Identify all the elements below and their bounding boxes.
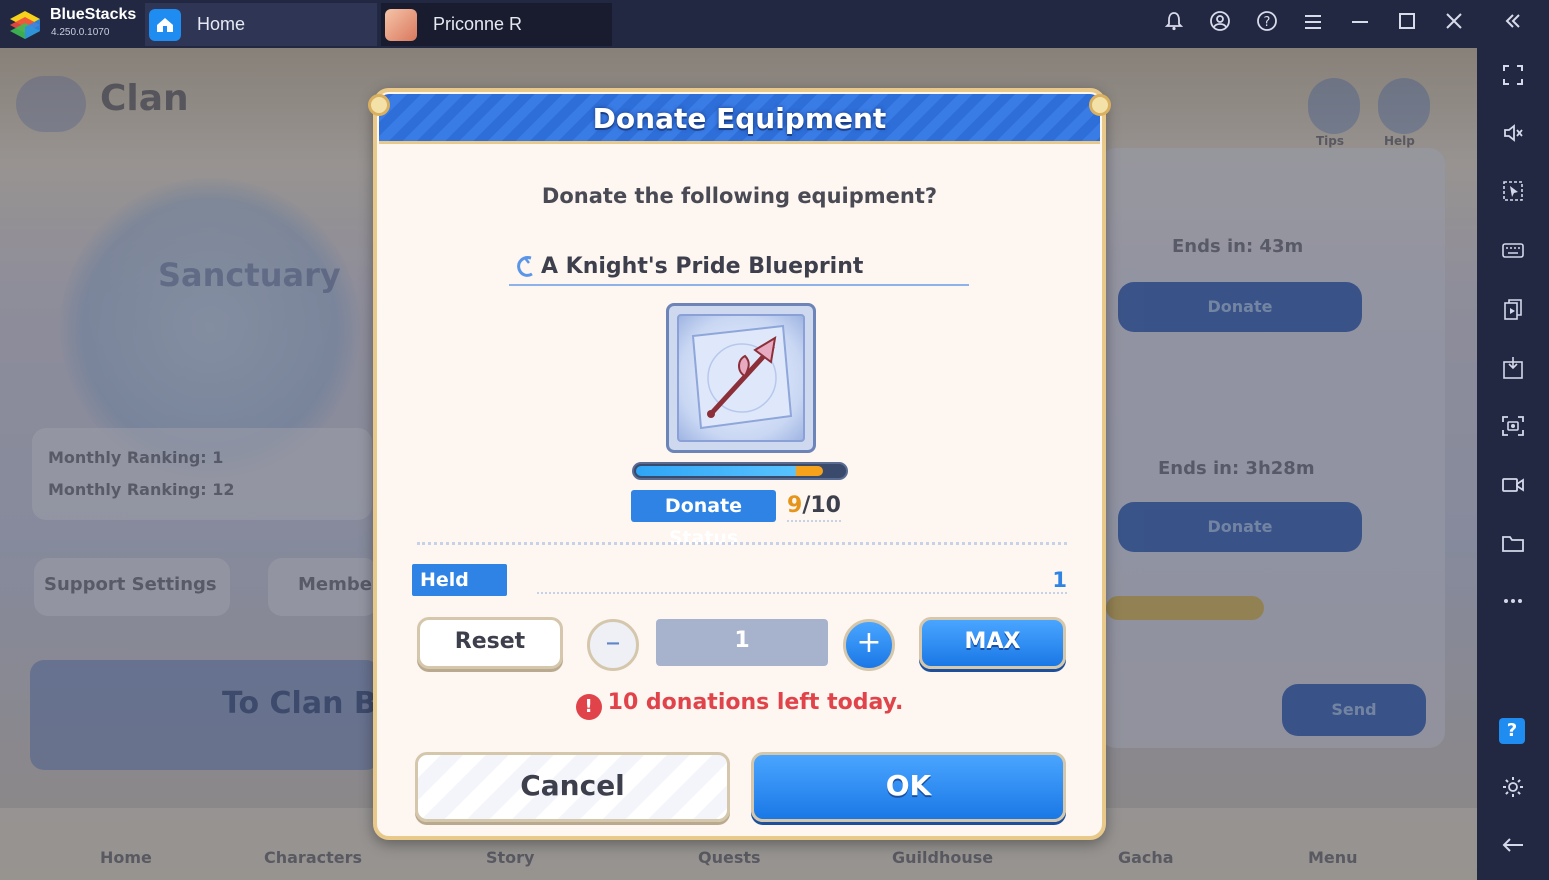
close-icon[interactable] xyxy=(1440,10,1468,38)
bluestacks-titlebar: BlueStacks 4.250.0.1070 Home Priconne R … xyxy=(0,0,1549,48)
apk-install-icon[interactable] xyxy=(1499,356,1527,384)
equipment-rank-icon xyxy=(517,256,533,277)
svg-text:?: ? xyxy=(1264,15,1271,30)
fullscreen-icon[interactable] xyxy=(1499,64,1527,92)
bluestacks-logo-icon xyxy=(10,11,40,39)
app-version: 4.250.0.1070 xyxy=(51,27,110,38)
bluestacks-sidebar: ? xyxy=(1477,48,1549,880)
corner-ornament-icon xyxy=(368,94,390,116)
item-thumbnail xyxy=(666,303,816,453)
dialog-title: Donate Equipment xyxy=(592,102,887,135)
warning-text: 10 donations left today. xyxy=(607,690,904,715)
max-button[interactable]: MAX xyxy=(919,617,1066,669)
blueprint-polearm-icon xyxy=(677,314,805,442)
reset-button[interactable]: Reset xyxy=(417,617,563,669)
more-icon[interactable] xyxy=(1499,590,1527,618)
app-name: BlueStacks xyxy=(50,6,137,23)
donate-status-total: /10 xyxy=(802,493,841,518)
minus-icon[interactable]: – xyxy=(587,619,639,671)
donate-progress-bar xyxy=(632,462,848,480)
sidebar-help-icon[interactable]: ? xyxy=(1499,718,1525,744)
donate-status-label: Donate Status xyxy=(631,490,776,549)
settings-gear-icon[interactable] xyxy=(1499,775,1527,803)
donate-equipment-dialog: Donate Equipment Donate the following eq… xyxy=(368,88,1111,840)
record-video-icon[interactable] xyxy=(1499,474,1527,502)
account-icon[interactable] xyxy=(1206,10,1234,38)
divider xyxy=(417,542,1067,545)
cancel-button[interactable]: Cancel xyxy=(415,752,730,822)
item-name: A Knight's Pride Blueprint xyxy=(541,254,864,279)
help-icon[interactable]: ? xyxy=(1253,10,1281,38)
game-avatar-icon xyxy=(385,8,417,41)
multi-instance-icon[interactable] xyxy=(1499,298,1527,326)
quantity-field[interactable]: 1 xyxy=(656,619,828,666)
tab-home[interactable]: Home xyxy=(145,3,377,46)
folder-icon[interactable] xyxy=(1499,532,1527,560)
ok-button[interactable]: OK xyxy=(751,752,1066,822)
donate-status-current: 9 xyxy=(787,493,803,518)
screenshot-icon[interactable] xyxy=(1499,415,1527,443)
pointer-selection-icon[interactable] xyxy=(1499,180,1527,208)
tab-home-label: Home xyxy=(197,14,246,34)
hamburger-menu-icon[interactable] xyxy=(1299,10,1327,38)
keyboard-icon[interactable] xyxy=(1499,238,1527,266)
tab-priconne-label: Priconne R xyxy=(433,14,523,34)
item-name-row: A Knight's Pride Blueprint xyxy=(509,250,969,286)
bell-icon[interactable] xyxy=(1160,10,1188,38)
dialog-header: Donate Equipment xyxy=(379,94,1100,144)
held-value: 1 xyxy=(1052,568,1067,592)
minimize-icon[interactable] xyxy=(1346,10,1374,38)
volume-mute-icon[interactable] xyxy=(1499,122,1527,150)
collapse-sidebar-icon[interactable] xyxy=(1499,10,1527,38)
tab-priconne[interactable]: Priconne R xyxy=(381,3,612,46)
warning-icon: ! xyxy=(575,694,602,720)
donate-status-value: 9/10 xyxy=(787,490,841,522)
donations-left-warning: ! 10 donations left today. xyxy=(377,690,1102,720)
held-label: Held xyxy=(412,564,507,596)
home-icon xyxy=(149,8,181,41)
donate-progress-fill xyxy=(636,466,824,476)
plus-icon[interactable]: + xyxy=(843,619,895,671)
back-arrow-icon[interactable] xyxy=(1499,834,1527,862)
corner-ornament-icon xyxy=(1089,94,1111,116)
dialog-question: Donate the following equipment? xyxy=(541,184,938,208)
maximize-icon[interactable] xyxy=(1393,10,1421,38)
held-divider xyxy=(537,592,1067,594)
